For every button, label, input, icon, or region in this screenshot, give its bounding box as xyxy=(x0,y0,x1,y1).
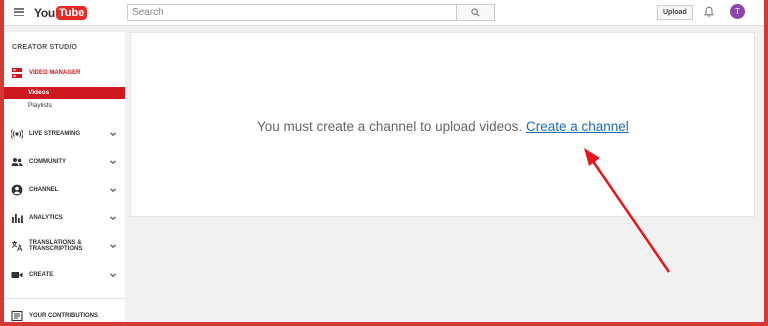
chevron-down-icon[interactable] xyxy=(109,130,117,138)
youtube-logo[interactable]: You Tube xyxy=(34,5,88,21)
sidebar-item-analytics[interactable]: ANALYTICS xyxy=(4,209,125,227)
live-icon xyxy=(11,128,23,140)
translate-icon xyxy=(11,240,23,252)
sidebar-item-your-contributions[interactable]: YOUR CONTRIBUTIONS xyxy=(4,307,125,322)
sidebar-item-label: LIVE STREAMING xyxy=(29,130,81,137)
empty-state-message: You must create a channel to upload vide… xyxy=(257,119,629,134)
avatar[interactable]: T xyxy=(730,4,745,19)
camera-icon xyxy=(11,269,23,281)
top-bar: You Tube Search Upload T xyxy=(4,0,764,26)
sidebar-item-label: TRANSLATIONS & TRANSCRIPTIONS xyxy=(29,239,83,253)
video-manager-icon xyxy=(11,67,23,79)
sidebar-item-label: COMMUNITY xyxy=(29,158,66,165)
create-channel-link[interactable]: Create a channel xyxy=(526,119,629,134)
contributions-icon xyxy=(11,310,23,322)
sidebar-subitem-videos[interactable]: Videos xyxy=(4,87,125,99)
sidebar-item-create[interactable]: CREATE xyxy=(4,266,125,284)
chevron-down-icon[interactable] xyxy=(109,242,117,250)
search-icon xyxy=(471,8,480,17)
sidebar-item-label: YOUR CONTRIBUTIONS xyxy=(29,312,98,319)
annotation-arrow-icon xyxy=(584,148,671,273)
sidebar-item-label: CREATE xyxy=(29,271,54,278)
sidebar-divider xyxy=(4,298,125,299)
analytics-icon xyxy=(11,212,23,224)
search-button[interactable] xyxy=(457,4,495,21)
menu-icon[interactable] xyxy=(14,8,24,17)
upload-requirement-text: You must create a channel to upload vide… xyxy=(257,119,523,134)
sidebar-item-translations[interactable]: TRANSLATIONS & TRANSCRIPTIONS xyxy=(4,237,125,255)
upload-button[interactable]: Upload xyxy=(657,5,693,20)
logo-tube: Tube xyxy=(55,6,88,20)
sidebar-title: CREATOR STUDIO xyxy=(12,44,78,51)
sidebar-item-label: CHANNEL xyxy=(29,186,59,193)
sidebar-item-community[interactable]: COMMUNITY xyxy=(4,153,125,171)
sidebar-item-label: ANALYTICS xyxy=(29,214,63,221)
channel-icon xyxy=(11,184,23,196)
app-window: You Tube Search Upload T CREATOR STUDIO xyxy=(4,0,764,322)
sidebar-item-channel[interactable]: CHANNEL xyxy=(4,181,125,199)
bell-icon[interactable] xyxy=(703,6,715,18)
community-icon xyxy=(11,156,23,168)
chevron-down-icon[interactable] xyxy=(109,271,117,279)
chevron-down-icon[interactable] xyxy=(109,158,117,166)
chevron-down-icon[interactable] xyxy=(109,214,117,222)
sidebar: CREATOR STUDIO VIDEO MANAGER Videos Play… xyxy=(4,32,125,322)
sidebar-subitem-playlists[interactable]: Playlists xyxy=(4,100,125,112)
search-input[interactable]: Search xyxy=(127,4,457,21)
sidebar-item-live-streaming[interactable]: LIVE STREAMING xyxy=(4,125,125,143)
chevron-down-icon[interactable] xyxy=(109,186,117,194)
sidebar-item-label: VIDEO MANAGER xyxy=(29,69,81,76)
logo-you: You xyxy=(34,6,55,20)
sidebar-item-video-manager[interactable]: VIDEO MANAGER xyxy=(4,64,125,82)
